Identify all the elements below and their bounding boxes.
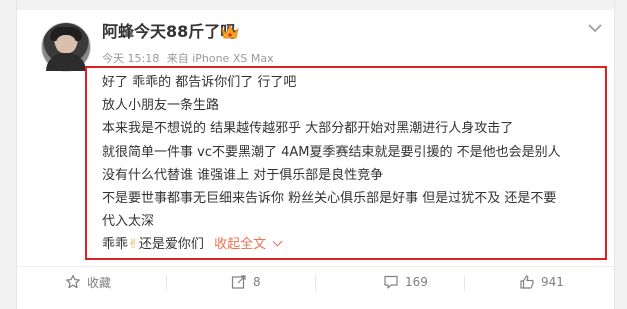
chevron-up-icon <box>272 236 283 247</box>
username[interactable]: 阿蜂今天88斤了吗 <box>102 22 236 42</box>
comment-icon <box>384 275 398 289</box>
comment-count: 169 <box>405 275 428 289</box>
content-text: 还是爱你们 <box>138 237 204 253</box>
divider <box>166 275 167 291</box>
like-button[interactable]: 941 <box>519 267 564 297</box>
content-line: 放人小朋友一条生路 <box>102 98 220 114</box>
avatar-body <box>46 53 86 71</box>
divider <box>464 275 465 291</box>
content-line: 就很简单一件事 vc不要黑潮了 4AM夏季赛结束就是要引援的 不是他也会是别人 <box>102 144 561 160</box>
post-source: 来自 iPhone XS Max <box>166 52 274 65</box>
thumbs-up-icon <box>520 275 534 289</box>
repost-icon <box>231 275 246 289</box>
star-icon <box>66 274 80 289</box>
avatar-face <box>56 35 76 53</box>
action-bar: 收藏 8 169 941 <box>17 266 614 297</box>
post-content: 好了 乖乖的 都告诉你们了 行了吧 放人小朋友一条生路 本来我是不想说的 结果越… <box>102 71 602 257</box>
comment-button[interactable]: 169 <box>383 267 428 297</box>
favorite-label: 收藏 <box>87 275 112 290</box>
content-line: 好了 乖乖的 都告诉你们了 行了吧 <box>102 75 297 90</box>
top-divider <box>17 0 614 10</box>
repost-count: 8 <box>253 275 261 289</box>
victory-hand-icon: ✌ <box>128 237 139 253</box>
content-line: 没有什么代替谁 谁强谁上 对于俱乐部是良性竞争 <box>102 167 384 183</box>
like-count: 941 <box>541 275 564 289</box>
content-line: 本来我是不想说的 结果越传越邪乎 大部分都开始对黑潮进行人身攻击了 <box>102 121 514 137</box>
collapse-label: 收起全文 <box>214 237 267 253</box>
collapse-link[interactable]: 收起全文 <box>214 236 283 253</box>
weibo-post-card: 阿蜂今天88斤了吗 今天 15:18 来自 iPhone XS Max 好了 乖… <box>16 0 615 309</box>
favorite-button[interactable]: 收藏 <box>65 267 111 297</box>
content-line: 代入太深 <box>102 214 155 230</box>
content-line: 不是要世事都事无巨细来告诉你 粉丝关心俱乐部是好事 但是过犹不及 还是不要 <box>102 191 557 207</box>
avatar[interactable] <box>41 22 91 72</box>
content-text: 乖乖 <box>102 237 129 253</box>
post-meta: 今天 15:18 来自 iPhone XS Max <box>102 52 278 66</box>
content-line-last: 乖乖✌还是爱你们 收起全文 <box>102 233 602 256</box>
member-crown-icon[interactable] <box>221 25 239 39</box>
repost-button[interactable]: 8 <box>231 267 261 297</box>
divider <box>315 275 316 291</box>
chevron-down-icon[interactable] <box>587 22 603 34</box>
post-time[interactable]: 今天 15:18 <box>102 52 159 65</box>
